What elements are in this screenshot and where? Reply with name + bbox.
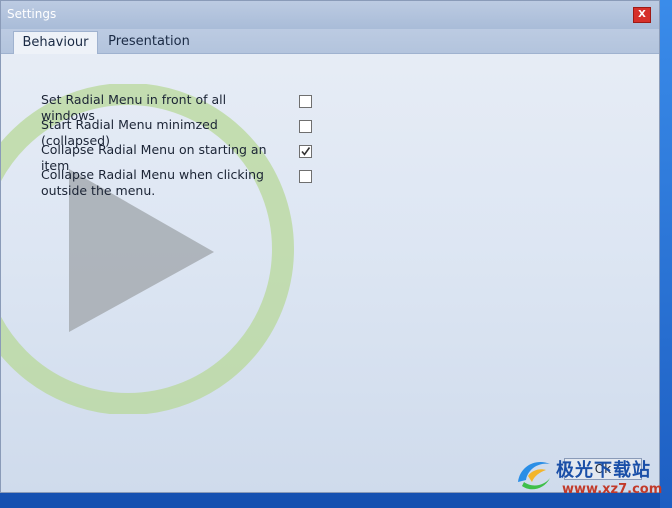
site-logo-icon — [518, 462, 550, 490]
tab-presentation[interactable]: Presentation — [105, 31, 193, 54]
checkbox-start-minimized[interactable] — [299, 120, 312, 133]
close-button[interactable]: X — [633, 7, 651, 23]
checkmark-icon — [301, 147, 311, 156]
site-watermark-url: www.xz7.com — [562, 482, 663, 497]
window-title: Settings — [7, 7, 57, 21]
tab-strip: Behaviour Presentation — [1, 29, 659, 54]
checkbox-collapse-outside[interactable] — [299, 170, 312, 183]
tab-content-behaviour: Set Radial Menu in front of all windows … — [1, 54, 659, 492]
option-label-collapse-outside: Collapse Radial Menu when clicking outsi… — [41, 167, 264, 198]
desktop-edge — [660, 0, 672, 508]
checkbox-front-of-windows[interactable] — [299, 95, 312, 108]
title-bar[interactable]: Settings X — [1, 1, 659, 29]
checkbox-collapse-on-start[interactable] — [299, 145, 312, 158]
tab-behaviour[interactable]: Behaviour — [13, 31, 98, 54]
settings-dialog: Settings X Behaviour Presentation Set Ra… — [0, 0, 660, 493]
site-watermark-name: 极光下载站 — [556, 460, 651, 481]
